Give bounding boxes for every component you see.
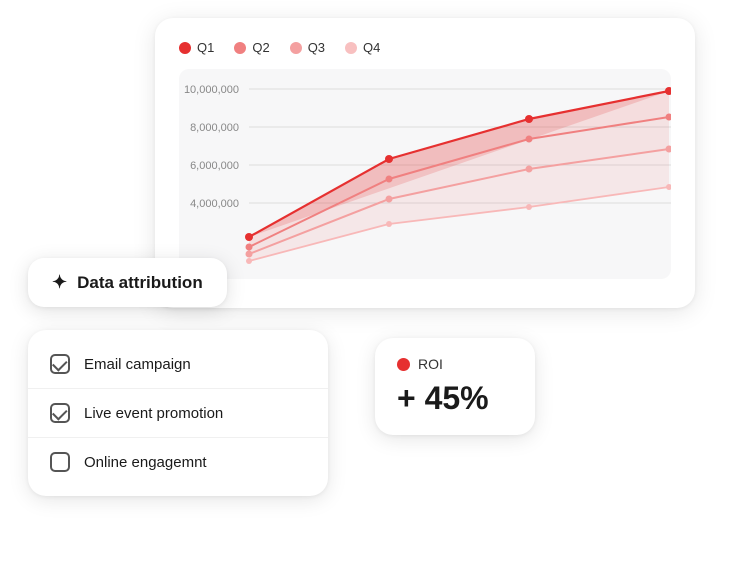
data-attribution-label: Data attribution xyxy=(77,273,203,293)
checklist-card: Email campaign Live event promotion Onli… xyxy=(28,330,328,496)
checklist-item-online[interactable]: Online engagemnt xyxy=(28,438,328,486)
checklist-item-email[interactable]: Email campaign xyxy=(28,340,328,389)
legend-dot-q1 xyxy=(179,42,191,54)
legend-dot-q4 xyxy=(345,42,357,54)
chart-svg: 10,000,000 8,000,000 6,000,000 4,000,000 xyxy=(179,69,671,279)
checkbox-online[interactable] xyxy=(50,452,70,472)
checklist-item-live[interactable]: Live event promotion xyxy=(28,389,328,438)
chart-card: Q1 Q2 Q3 Q4 10,000,000 8,000,000 6,000,0… xyxy=(155,18,695,308)
legend-label-q1: Q1 xyxy=(197,40,214,55)
legend-label-q3: Q3 xyxy=(308,40,325,55)
legend-q3: Q3 xyxy=(290,40,325,55)
legend-dot-q3 xyxy=(290,42,302,54)
checkbox-email[interactable] xyxy=(50,354,70,374)
data-attribution-badge: ✦ Data attribution xyxy=(28,258,227,307)
checklist-label-live: Live event promotion xyxy=(84,405,223,422)
legend-label-q4: Q4 xyxy=(363,40,380,55)
roi-label: ROI xyxy=(418,356,443,372)
roi-card: ROI + 45% xyxy=(375,338,535,435)
svg-text:10,000,000: 10,000,000 xyxy=(184,84,239,96)
legend-label-q2: Q2 xyxy=(252,40,269,55)
checkbox-live[interactable] xyxy=(50,403,70,423)
legend-q1: Q1 xyxy=(179,40,214,55)
checklist-label-email: Email campaign xyxy=(84,356,191,373)
roi-value: + 45% xyxy=(397,380,513,417)
svg-text:6,000,000: 6,000,000 xyxy=(190,160,239,172)
roi-dot xyxy=(397,358,410,371)
legend-dot-q2 xyxy=(234,42,246,54)
chart-area: 10,000,000 8,000,000 6,000,000 4,000,000 xyxy=(179,69,671,279)
svg-text:4,000,000: 4,000,000 xyxy=(190,198,239,210)
legend-q2: Q2 xyxy=(234,40,269,55)
roi-label-row: ROI xyxy=(397,356,513,372)
chart-legend: Q1 Q2 Q3 Q4 xyxy=(179,40,671,55)
checklist-label-online: Online engagemnt xyxy=(84,454,207,471)
legend-q4: Q4 xyxy=(345,40,380,55)
svg-text:8,000,000: 8,000,000 xyxy=(190,122,239,134)
sparkle-icon: ✦ xyxy=(52,272,67,293)
